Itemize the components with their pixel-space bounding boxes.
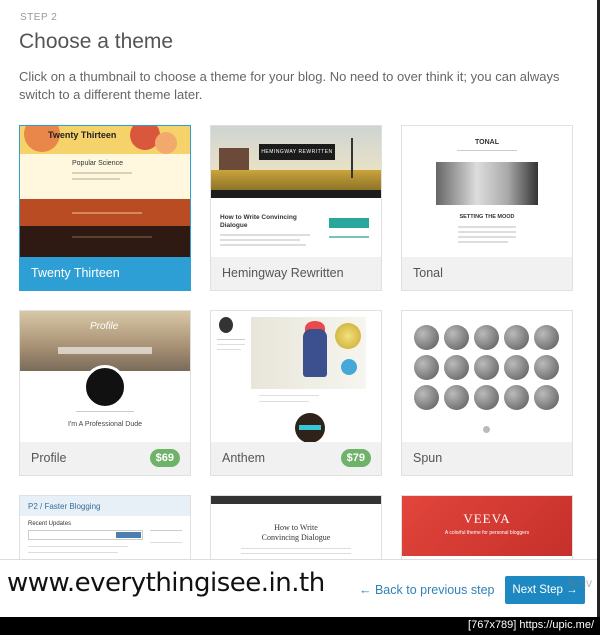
thumb-post-title-line2: Convincing Dialogue bbox=[261, 533, 331, 542]
page-title: Choose a theme bbox=[19, 30, 174, 53]
thumb-post-title: How to Write Convincing Dialogue bbox=[220, 214, 297, 229]
image-info-bar: [767x789] https://upic.me/ bbox=[0, 617, 600, 635]
theme-card-footer[interactable]: Tonal bbox=[402, 257, 572, 290]
theme-thumbnail[interactable]: Twenty Thirteen Popular Science bbox=[20, 126, 190, 257]
theme-card-twenty-thirteen[interactable]: Twenty Thirteen Popular Science Twenty T… bbox=[19, 125, 191, 291]
theme-thumbnail[interactable]: TONAL SETTING THE MOOD bbox=[402, 126, 572, 257]
thumb-title: Twenty Thirteen bbox=[48, 130, 117, 140]
theme-card-how-to-write[interactable]: How to Write Convincing Dialogue bbox=[210, 495, 382, 565]
price-badge: $79 bbox=[340, 449, 371, 467]
thumb-title: VEEVA bbox=[463, 511, 511, 526]
step-label: STEP 2 bbox=[20, 12, 58, 23]
theme-thumbnail[interactable]: HEMINGWAY REWRITTEN How to Write Convinc… bbox=[211, 126, 381, 257]
thumb-title: P2 / Faster Blogging bbox=[28, 502, 101, 511]
theme-card-footer[interactable]: Twenty Thirteen bbox=[20, 257, 190, 290]
theme-card-footer[interactable]: Spun bbox=[402, 442, 572, 475]
theme-name: Twenty Thirteen bbox=[31, 266, 120, 280]
theme-chooser-page: STEP 2 Choose a theme Click on a thumbna… bbox=[0, 0, 600, 617]
thumb-logo: Profile bbox=[90, 321, 119, 332]
theme-thumbnail[interactable]: P2 / Faster Blogging Recent Updates bbox=[20, 496, 190, 564]
theme-card-profile[interactable]: Profile I'm A Professional Dude Profile … bbox=[19, 310, 191, 476]
back-to-previous-step-link[interactable]: ← Back to previous step bbox=[359, 583, 494, 597]
thumb-title: TONAL bbox=[475, 139, 499, 146]
activate-windows-hint: Activ bbox=[566, 576, 593, 590]
theme-card-footer[interactable]: Hemingway Rewritten bbox=[211, 257, 381, 290]
theme-card-footer[interactable]: Profile $69 bbox=[20, 442, 190, 475]
theme-card-veeva[interactable]: VEEVA A colorful theme for personal blog… bbox=[401, 495, 573, 565]
theme-card-p2[interactable]: P2 / Faster Blogging Recent Updates bbox=[19, 495, 191, 565]
theme-card-spun[interactable]: Spun bbox=[401, 310, 573, 476]
image-info-text: [767x789] https://upic.me/ bbox=[468, 619, 594, 631]
theme-card-anthem[interactable]: Anthem $79 bbox=[210, 310, 382, 476]
theme-thumbnail[interactable] bbox=[211, 311, 381, 442]
watermark-text: www.everythingisee.in.th bbox=[7, 568, 325, 598]
theme-name: Spun bbox=[413, 451, 443, 465]
thumb-tagline: A colorful theme for personal bloggers bbox=[444, 530, 530, 536]
thumb-subtitle: Popular Science bbox=[72, 160, 123, 167]
bottom-action-bar: www.everythingisee.in.th ← Back to previ… bbox=[0, 559, 597, 617]
thumb-tagline: I'm A Professional Dude bbox=[67, 421, 143, 428]
price-badge: $69 bbox=[149, 449, 180, 467]
theme-card-tonal[interactable]: TONAL SETTING THE MOOD Tonal bbox=[401, 125, 573, 291]
theme-name: Hemingway Rewritten bbox=[222, 266, 344, 280]
thumb-section-title: SETTING THE MOOD bbox=[459, 214, 515, 220]
theme-thumbnail[interactable] bbox=[402, 311, 572, 442]
page-description: Click on a thumbnail to choose a theme f… bbox=[19, 69, 560, 102]
theme-thumbnail[interactable]: Profile I'm A Professional Dude bbox=[20, 311, 190, 442]
thumb-site-title: HEMINGWAY REWRITTEN bbox=[259, 144, 335, 160]
theme-name: Profile bbox=[31, 451, 67, 465]
theme-thumbnail[interactable]: How to Write Convincing Dialogue bbox=[211, 496, 381, 564]
theme-card-hemingway-rewritten[interactable]: HEMINGWAY REWRITTEN How to Write Convinc… bbox=[210, 125, 382, 291]
theme-thumbnail[interactable]: VEEVA A colorful theme for personal blog… bbox=[402, 496, 572, 564]
theme-name: Tonal bbox=[413, 266, 443, 280]
thumb-post-title-line1: How to Write bbox=[274, 523, 318, 532]
theme-name: Anthem bbox=[222, 451, 266, 465]
avatar bbox=[83, 365, 127, 409]
theme-card-footer[interactable]: Anthem $79 bbox=[211, 442, 381, 475]
thumb-subtitle: Recent Updates bbox=[28, 521, 72, 527]
